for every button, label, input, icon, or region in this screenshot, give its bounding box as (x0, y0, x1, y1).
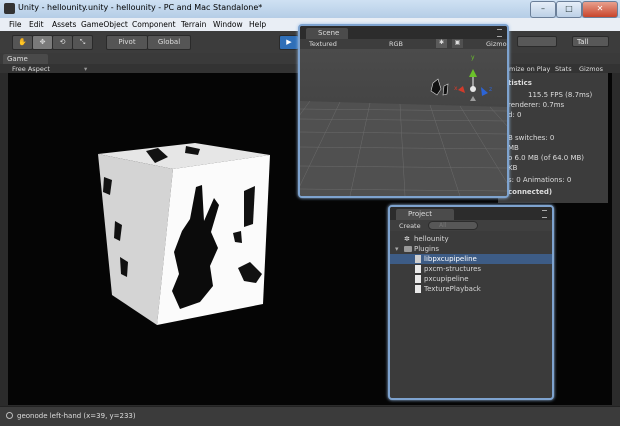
project-item-label: libpxcupipeline (424, 255, 477, 263)
channel-dropdown[interactable]: RGB (389, 40, 403, 48)
project-item-pxcupipeline[interactable]: pxcupipeline (390, 274, 552, 284)
scene-tab-strip: Scene (300, 26, 507, 39)
menu-edit[interactable]: Edit (29, 20, 44, 29)
project-tab-label: Project (408, 210, 432, 218)
project-item-label: pxcupipeline (424, 275, 469, 283)
image-toggle-icon[interactable]: ▣ (452, 39, 463, 48)
script-icon (415, 275, 421, 283)
memory-value: MB (508, 144, 519, 152)
menu-assets[interactable]: Assets (52, 20, 76, 29)
layers-dropdown[interactable] (517, 36, 557, 47)
tab-scene[interactable]: Scene (306, 28, 348, 39)
project-toolbar: Create (390, 220, 552, 231)
project-item-hellounity[interactable]: ✲ hellounity (390, 234, 552, 244)
pivot-label: Pivot (118, 38, 136, 46)
network-status: connected) (508, 188, 553, 196)
project-item-libpxcupipeline[interactable]: libpxcupipeline (390, 254, 552, 264)
axis-y-label: y (471, 54, 475, 61)
vram-value: o 6.0 MB (of 64.0 MB) (508, 154, 585, 162)
maximize-on-play-toggle[interactable]: mize on Play (509, 65, 550, 73)
stats-panel: tistics 115.5 FPS (8.7ms) renderer: 0.7m… (498, 73, 608, 203)
stats-toggle[interactable]: Stats (555, 65, 572, 73)
project-item-plugins[interactable]: ▾ Plugins (390, 244, 552, 254)
layout-dropdown[interactable]: Tall (572, 36, 609, 47)
unity-scene-icon: ✲ (404, 235, 410, 243)
menu-file[interactable]: File (9, 20, 22, 29)
close-button[interactable]: ✕ (582, 1, 618, 18)
aspect-arrow-icon: ▾ (84, 65, 88, 73)
project-item-pxcm-structures[interactable]: pxcm-structures (390, 264, 552, 274)
lighting-toggle-icon[interactable]: ✱ (436, 39, 447, 48)
menu-window[interactable]: Window (213, 20, 243, 29)
gizmos-dropdown[interactable]: Gizmos (579, 65, 603, 73)
menu-component[interactable]: Component (132, 20, 176, 29)
scene-viewport[interactable]: y x z (300, 49, 507, 196)
status-bar: geonode left-hand (x=39, y=233) (0, 406, 620, 426)
global-toggle[interactable]: Global (147, 35, 191, 50)
global-label: Global (157, 38, 181, 46)
project-item-textureplayback[interactable]: TexturePlayback (390, 284, 552, 294)
folder-icon (404, 246, 412, 252)
menu-gameobject[interactable]: GameObject (81, 20, 128, 29)
tab-project[interactable]: Project (396, 209, 454, 220)
renderer-value: renderer: 0.7ms (508, 101, 565, 109)
animations-value: s: 0 Animations: 0 (508, 176, 572, 184)
kb-value: KB (508, 164, 518, 172)
minimize-button[interactable]: – (530, 1, 556, 18)
status-message[interactable]: geonode left-hand (x=39, y=233) (17, 412, 136, 420)
pivot-toggle[interactable]: Pivot (106, 35, 148, 50)
rotate-tool-button[interactable]: ⟲ (52, 35, 73, 50)
render-mode-dropdown[interactable]: Textured (309, 40, 337, 48)
scale-tool-button[interactable]: ⤡ (72, 35, 93, 50)
menu-terrain[interactable]: Terrain (181, 20, 206, 29)
maximize-button[interactable]: □ (556, 1, 582, 18)
move-tool-button[interactable]: ✥ (32, 35, 53, 50)
project-item-label: TexturePlayback (424, 285, 481, 293)
axis-z-label: z (489, 86, 493, 93)
axis-x-label: x (454, 85, 458, 92)
tab-game[interactable]: Game (3, 54, 48, 64)
fps-value: 115.5 FPS (8.7ms) (528, 91, 593, 99)
window-title: Unity - hellounity.unity - hellounity - … (18, 3, 263, 12)
scene-grid-render (300, 49, 507, 196)
project-window[interactable]: Project Create ✲ hellounity ▾ Plugins li… (388, 205, 554, 400)
hand-tool-button[interactable]: ✋ (12, 35, 33, 50)
project-search-input[interactable] (428, 221, 478, 230)
aspect-dropdown[interactable]: Free Aspect (12, 65, 50, 73)
project-menu-icon[interactable] (542, 210, 547, 218)
menu-help[interactable]: Help (249, 20, 266, 29)
scene-window[interactable]: Scene Textured RGB ✱ ▣ Gizmo y x z (298, 24, 509, 198)
script-icon (415, 265, 421, 273)
project-item-label: hellounity (414, 235, 449, 243)
scene-tab-label: Scene (318, 29, 340, 37)
file-icon (415, 255, 421, 263)
stats-title: tistics (508, 79, 532, 87)
scene-gizmos-dropdown[interactable]: Gizmo (486, 40, 507, 48)
batches-value: B switches: 0 (508, 134, 555, 142)
script-icon (415, 285, 421, 293)
unity-app-icon (4, 3, 15, 14)
project-item-label: Plugins (414, 245, 440, 253)
create-dropdown[interactable]: Create (399, 222, 421, 230)
info-icon (6, 412, 13, 419)
project-tab-strip: Project (390, 207, 552, 220)
project-item-label: pxcm-structures (424, 265, 482, 273)
scene-toolbar: Textured RGB ✱ ▣ Gizmo (300, 39, 507, 49)
title-bar: Unity - hellounity.unity - hellounity - … (0, 0, 620, 18)
stat-d: d: 0 (508, 111, 522, 119)
play-button[interactable]: ▶ (279, 35, 299, 50)
expand-arrow-icon[interactable]: ▾ (395, 244, 399, 254)
scene-menu-icon[interactable] (497, 29, 502, 37)
